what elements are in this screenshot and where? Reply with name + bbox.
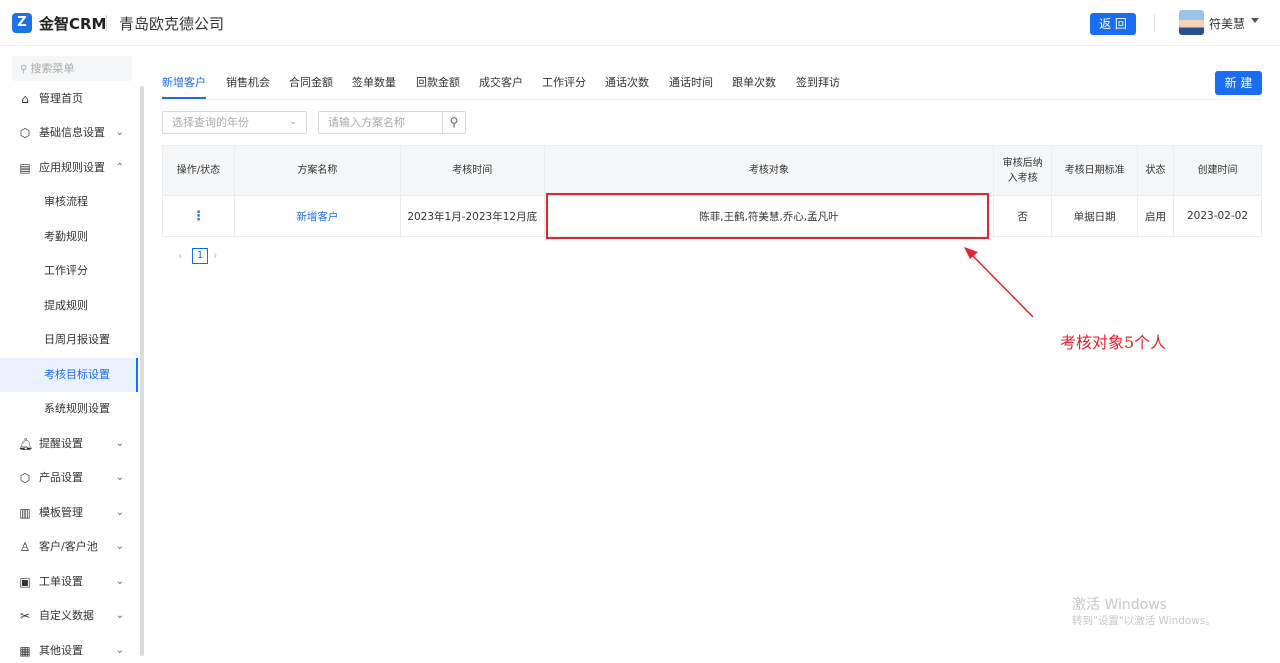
tab-call-time[interactable]: 通话时间 (669, 64, 713, 99)
home-icon: ⌂ (21, 92, 29, 106)
page-button[interactable]: 1 (192, 248, 208, 264)
tab-sign-count[interactable]: 签单数量 (352, 64, 396, 99)
col-header-review-included: 审核后纳 入考核 (993, 145, 1053, 196)
sidebar-item-home[interactable]: ⌂ 管理首页 (0, 82, 138, 116)
plan-review-included: 否 (993, 195, 1053, 237)
plan-created: 2023-02-02 (1173, 195, 1262, 237)
tab-sales-opportunities[interactable]: 销售机会 (226, 64, 270, 99)
tab-call-count[interactable]: 通话次数 (605, 64, 649, 99)
sidebar-item-reminders[interactable]: 🔔︎ 提醒设置 ⌄ (0, 427, 138, 461)
username[interactable]: 符美慧 (1209, 15, 1245, 32)
box-icon: ⬡ (19, 471, 31, 485)
chevron-down-icon: ⌄ (115, 472, 124, 483)
chevron-down-icon: ⌄ (115, 438, 124, 449)
sidebar-sub-commission[interactable]: 提成规则 (0, 289, 138, 323)
col-header-name: 方案名称 (233, 145, 401, 196)
sidebar-sub-work-score[interactable]: 工作评分 (0, 254, 138, 288)
tools-icon: ✂ (19, 609, 31, 623)
table-header-row: 操作/状态 方案名称 考核时间 考核对象 审核后纳 入考核 考核日期标准 状态 创… (162, 145, 1262, 196)
template-icon: ▥ (19, 506, 31, 520)
plan-name-input[interactable]: 请输入方案名称 (318, 111, 443, 134)
back-button[interactable]: 返 回 (1090, 13, 1136, 35)
tab-new-customers[interactable]: 新增客户 (162, 64, 206, 99)
chevron-down-icon: ⌄ (115, 127, 124, 138)
caret-down-icon[interactable] (1251, 18, 1259, 23)
ticket-icon: ▣ (19, 575, 31, 589)
brand-name: 金智CRM (39, 15, 107, 33)
plan-period: 2023年1月-2023年12月底 (399, 195, 545, 237)
chevron-up-icon: ⌃ (115, 162, 124, 173)
more-actions-icon[interactable]: ⋮ (192, 209, 205, 224)
user-divider (1154, 14, 1155, 32)
row-actions: ⋮ (162, 195, 235, 237)
chevron-down-icon: ⌄ (115, 507, 124, 518)
sidebar-item-basic-info[interactable]: ⬡ 基础信息设置 ⌄ (0, 116, 138, 150)
activation-watermark-hint: 转到"设置"以激活 Windows。 (1072, 615, 1216, 627)
tabs-divider (162, 99, 1262, 100)
chevron-down-icon: ⌄ (115, 541, 124, 552)
sidebar-item-customers[interactable]: ♙ 客户/客户池 ⌄ (0, 530, 138, 564)
sidebar-sub-targets[interactable]: 考核目标设置 (0, 358, 138, 392)
sidebar-item-templates[interactable]: ▥ 模板管理 ⌄ (0, 496, 138, 530)
col-header-created: 创建时间 (1173, 145, 1262, 196)
annotation-text: 考核对象5个人 (1060, 333, 1167, 352)
bell-icon: 🔔︎ (18, 437, 34, 451)
sidebar-sub-reports[interactable]: 日周月报设置 (0, 323, 138, 357)
tab-contract-amount[interactable]: 合同金额 (289, 64, 333, 99)
tab-work-score[interactable]: 工作评分 (542, 64, 586, 99)
document-icon: ▤ (19, 161, 31, 175)
chevron-down-icon: ⌄ (115, 576, 124, 587)
user-icon: ♙ (19, 540, 31, 554)
new-button[interactable]: 新 建 (1215, 71, 1262, 95)
menu-search-input[interactable]: ⚲ 搜索菜单 (12, 56, 132, 81)
logo-icon: Z (12, 13, 32, 33)
tab-payment-amount[interactable]: 回款金额 (416, 64, 460, 99)
plan-name-link[interactable]: 新增客户 (233, 195, 401, 237)
tab-closed-customers[interactable]: 成交客户 (479, 64, 523, 99)
chevron-down-icon: ⌄ (115, 645, 124, 656)
col-header-action: 操作/状态 (162, 145, 235, 196)
tab-checkin-visit[interactable]: 签到拜访 (796, 64, 840, 99)
chevron-down-icon: ⌄ (289, 117, 297, 127)
col-header-targets: 考核对象 (543, 145, 995, 196)
col-header-date-standard: 考核日期标准 (1051, 145, 1139, 196)
sidebar-sub-attendance[interactable]: 考勤规则 (0, 220, 138, 254)
sidebar-item-custom-data[interactable]: ✂ 自定义数据 ⌄ (0, 599, 138, 633)
sidebar-item-products[interactable]: ⬡ 产品设置 ⌄ (0, 461, 138, 495)
sidebar: ⚲ 搜索菜单 ⌂ 管理首页 ⬡ 基础信息设置 ⌄ ▤ 应用规则设置 ⌃ 审核流程 … (0, 46, 146, 663)
top-header: Z 金智CRM 青岛欧克德公司 返 回 符美慧 (0, 0, 1280, 46)
chevron-right-icon[interactable]: › (213, 249, 217, 262)
plan-status: 启用 (1137, 195, 1174, 237)
sidebar-item-other[interactable]: ▦ 其他设置 ⌄ (0, 634, 138, 663)
plan-date-standard: 单据日期 (1051, 195, 1139, 237)
sidebar-item-tickets[interactable]: ▣ 工单设置 ⌄ (0, 565, 138, 599)
sidebar-sub-review-flow[interactable]: 审核流程 (0, 185, 138, 219)
highlight-box (546, 193, 989, 239)
tab-follow-count[interactable]: 跟单次数 (732, 64, 776, 99)
search-icon: ⚲ (449, 115, 459, 129)
activation-watermark: 激活 Windows (1072, 597, 1167, 613)
avatar[interactable] (1179, 10, 1204, 35)
col-header-status: 状态 (1137, 145, 1174, 196)
sidebar-sub-system-rules[interactable]: 系统规则设置 (0, 392, 138, 426)
chevron-down-icon: ⌄ (115, 610, 124, 621)
company-name: 青岛欧克德公司 (119, 15, 225, 33)
year-select[interactable]: 选择查询的年份 ⌄ (162, 111, 307, 134)
sidebar-scrollbar[interactable] (140, 86, 144, 656)
header-divider (106, 15, 107, 31)
search-icon: ⚲ (20, 64, 28, 75)
sidebar-item-app-rules[interactable]: ▤ 应用规则设置 ⌃ (0, 151, 138, 185)
cube-icon: ⬡ (19, 126, 31, 140)
chevron-left-icon[interactable]: ‹ (178, 249, 182, 262)
grid-icon: ▦ (19, 644, 31, 658)
search-button[interactable]: ⚲ (442, 111, 466, 134)
col-header-period: 考核时间 (399, 145, 545, 196)
